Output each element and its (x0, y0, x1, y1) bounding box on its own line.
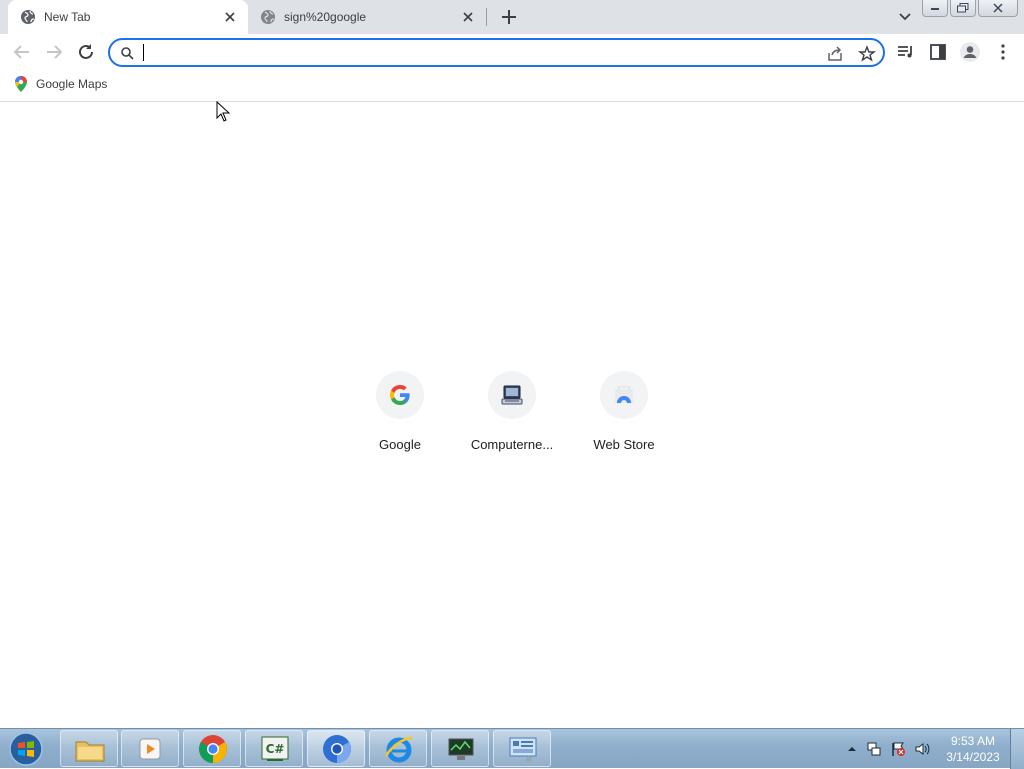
computer-icon (501, 385, 523, 405)
maps-pin-icon (15, 76, 27, 92)
close-tab-icon[interactable] (222, 9, 238, 25)
taskbar-chrome[interactable] (183, 730, 241, 767)
bookmarks-bar: Google Maps (0, 70, 1024, 102)
internet-explorer-icon (384, 736, 413, 763)
address-bar[interactable] (108, 38, 885, 67)
new-tab-page: Google Computerne... Web Store (0, 103, 1024, 728)
minimize-icon (931, 8, 939, 10)
globe-icon (21, 10, 35, 24)
web-store-icon (615, 386, 633, 403)
taskbar-media-player[interactable] (121, 730, 179, 767)
bookmark-label: Google Maps (36, 77, 108, 91)
search-icon (121, 47, 134, 60)
shortcut-computerne[interactable]: Computerne... (456, 371, 568, 461)
chevron-down-icon[interactable] (896, 8, 914, 26)
restore-button[interactable] (950, 0, 976, 17)
back-arrow-icon[interactable] (11, 41, 33, 63)
media-queue-icon[interactable] (896, 42, 916, 62)
bookmark-star-icon[interactable] (858, 45, 876, 63)
taskbar-control-panel[interactable] (493, 730, 551, 767)
shortcut-web-store[interactable]: Web Store (568, 371, 680, 461)
shortcut-tile (488, 371, 536, 419)
close-window-button[interactable] (978, 0, 1018, 17)
tab-separator (486, 8, 487, 26)
tab-title: New Tab (44, 10, 91, 24)
text-caret (143, 44, 144, 61)
shortcut-tile (376, 371, 424, 419)
control-panel-icon (509, 737, 537, 762)
taskbar-monitor[interactable] (431, 730, 489, 767)
close-icon (993, 3, 1003, 13)
taskbar-clock[interactable]: 9:53 AM 3/14/2023 (942, 733, 1004, 765)
google-g-icon (390, 385, 410, 405)
chromium-icon (323, 735, 351, 763)
shortcut-label: Web Store (593, 437, 655, 452)
svg-text:C#: C# (266, 742, 285, 756)
csharp-icon: C# (261, 736, 289, 761)
tab-title: sign%20google (284, 10, 367, 24)
window-controls (922, 0, 1018, 17)
clock-date: 3/14/2023 (946, 750, 1000, 764)
show-hidden-icons-icon[interactable] (844, 741, 860, 757)
show-desktop-button[interactable] (1010, 729, 1024, 769)
taskbar-chromium[interactable] (307, 730, 365, 767)
volume-icon[interactable] (914, 741, 930, 757)
kebab-menu-icon[interactable] (993, 42, 1013, 62)
tab-new-tab[interactable]: New Tab (8, 0, 248, 34)
clock-time: 9:53 AM (950, 734, 996, 748)
profile-avatar-icon[interactable] (959, 41, 981, 63)
restore-icon (957, 3, 969, 13)
media-player-icon (139, 738, 161, 760)
bookmark-google-maps[interactable]: Google Maps (14, 76, 107, 92)
start-button-icon[interactable] (6, 731, 46, 767)
shortcut-tile (600, 371, 648, 419)
tab-strip: New Tab sign%20google (0, 0, 1024, 34)
taskbar-file-explorer[interactable] (60, 730, 118, 767)
minimize-button[interactable] (922, 0, 948, 17)
tab-sign-google[interactable]: sign%20google (248, 0, 486, 34)
taskbar-csharp[interactable]: C# (245, 730, 303, 767)
shortcut-label: Google (379, 437, 421, 452)
close-tab-icon[interactable] (460, 9, 476, 25)
shortcut-google[interactable]: Google (344, 371, 456, 461)
share-icon[interactable] (826, 45, 844, 63)
globe-icon (261, 10, 275, 24)
shortcut-label: Computerne... (470, 437, 554, 452)
new-tab-plus-icon[interactable] (498, 6, 520, 28)
reload-icon[interactable] (75, 41, 97, 63)
file-explorer-icon (75, 741, 105, 762)
action-center-flag-icon[interactable] (890, 741, 906, 757)
forward-arrow-icon[interactable] (43, 41, 65, 63)
taskbar-internet-explorer[interactable] (369, 730, 427, 767)
mouse-cursor-icon (216, 101, 230, 122)
chrome-icon (199, 735, 227, 763)
network-icon[interactable] (866, 741, 882, 757)
browser-toolbar (0, 34, 1024, 70)
monitor-icon (448, 738, 474, 760)
address-input[interactable] (142, 43, 802, 62)
side-panel-icon[interactable] (928, 42, 948, 62)
windows-taskbar: C# 9:53 AM 3/14/2023 (0, 728, 1024, 769)
